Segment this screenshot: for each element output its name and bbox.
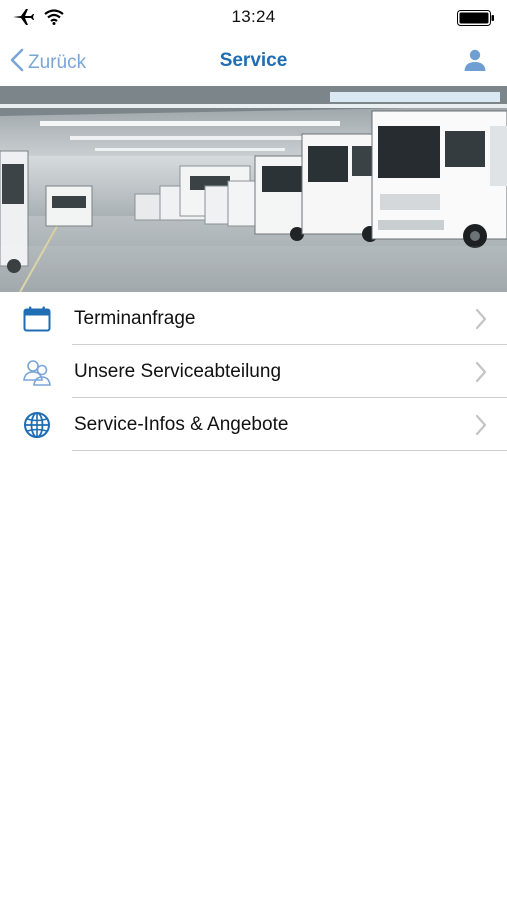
navigation-bar: Zurück Service [0,36,507,86]
calendar-icon [22,305,52,333]
menu-item-label: Terminanfrage [74,308,196,329]
menu-item-service-infos[interactable]: Service-Infos & Angebote [0,398,507,451]
service-menu: Terminanfrage Unsere Serviceabteilung Se… [0,292,507,451]
person-icon[interactable] [463,48,487,77]
status-time: 13:24 [231,7,276,26]
chevron-right-icon [475,414,487,441]
menu-item-label: Unsere Serviceabteilung [74,361,282,382]
globe-icon [22,411,52,439]
menu-item-terminanfrage[interactable]: Terminanfrage [0,292,507,345]
chevron-right-icon [475,361,487,388]
chevron-right-icon [475,308,487,335]
battery-icon [457,10,495,31]
hero-image [0,86,507,292]
team-icon [22,358,52,386]
divider [72,450,507,451]
menu-item-serviceabteilung[interactable]: Unsere Serviceabteilung [0,345,507,398]
menu-item-label: Service-Infos & Angebote [74,414,289,435]
page-title: Service [219,50,288,71]
status-bar: 13:24 [0,0,507,36]
